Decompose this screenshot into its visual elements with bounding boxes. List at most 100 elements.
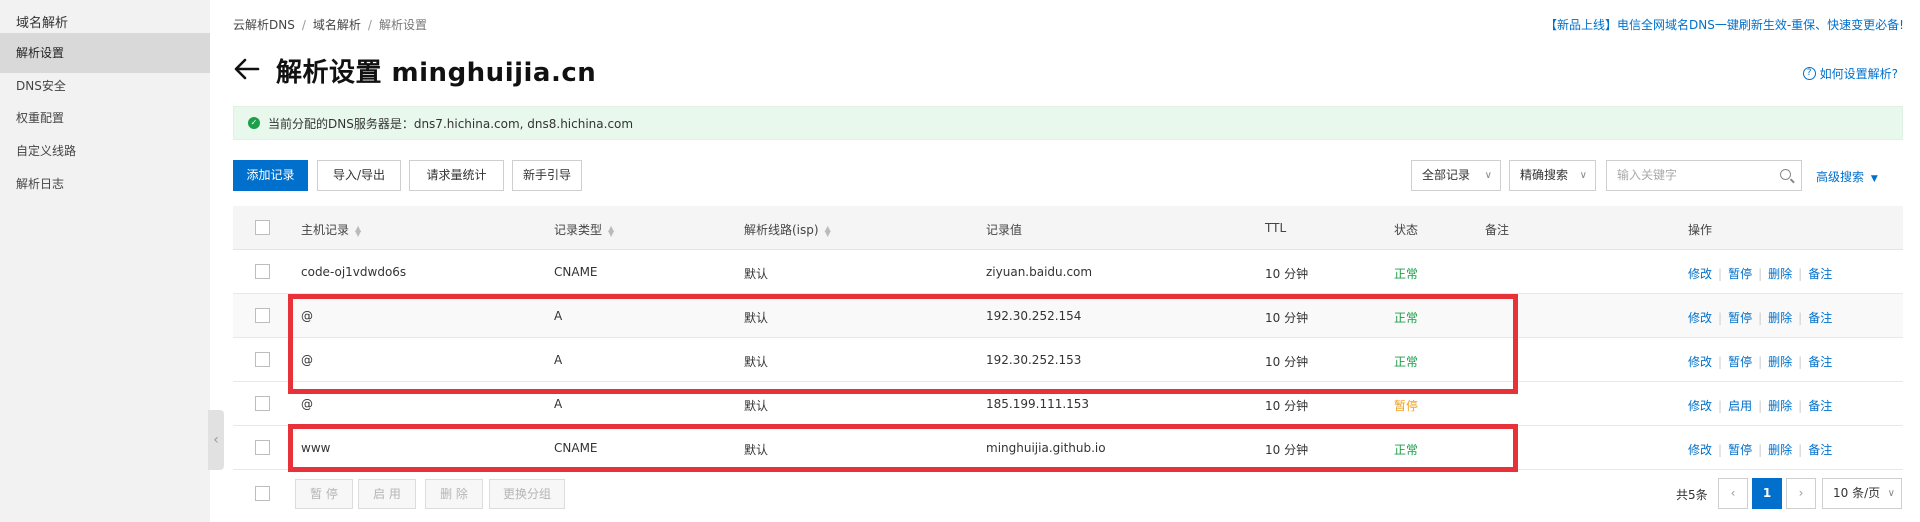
edit-link[interactable]: 修改 [1688,399,1712,413]
delete-link[interactable]: 删除 [1768,311,1792,325]
sidebar-title: 域名解析 [16,16,69,31]
bulk-pause-button[interactable]: 暂 停 [295,479,353,509]
total-count: 共5条 [1676,488,1708,502]
highlight-box-www-record [288,424,1518,472]
remark-link[interactable]: 备注 [1808,443,1832,457]
cell-ttl: 10 分钟 [1265,399,1309,413]
beginner-guide-button[interactable]: 新手引导 [512,160,582,191]
check-circle-icon: ✓ [248,117,260,129]
bulk-select-checkbox[interactable] [255,486,270,501]
column-header-value: 记录值 [986,223,1023,237]
bulk-delete-button[interactable]: 删 除 [425,479,483,509]
column-header-host[interactable]: 主机记录 ▲ ▼ [301,221,362,238]
cell-line: 默认 [744,399,769,413]
remark-link[interactable]: 备注 [1808,267,1832,281]
row-checkbox[interactable] [255,352,270,367]
request-stats-button[interactable]: 请求量统计 [409,160,504,191]
page-title: 解析设置 minghuijia.cn [276,58,597,88]
breadcrumb: 云解析DNS / 域名解析 / 解析设置 [233,16,427,33]
next-page-button[interactable]: › [1786,478,1816,509]
cell-value: 185.199.111.153 [986,397,1090,411]
search-mode-select[interactable]: 精确搜索 ∨ [1509,160,1596,191]
table-row: code-oj1vdwdo6s CNAME 默认 ziyuan.baidu.co… [233,250,1903,294]
keyword-search-input[interactable]: 输入关键字 [1606,160,1802,191]
question-icon: ? [1802,67,1816,80]
column-header-ttl: TTL [1265,221,1287,235]
cell-type: CNAME [554,265,598,279]
chevron-left-icon: ‹ [1730,486,1736,500]
row-checkbox[interactable] [255,440,270,455]
sidebar-item-dns-log[interactable]: 解析日志 [0,164,210,204]
pause-link[interactable]: 暂停 [1728,267,1752,281]
delete-link[interactable]: 删除 [1768,355,1792,369]
add-record-button[interactable]: 添加记录 [233,160,308,191]
record-filter-select[interactable]: 全部记录 ∨ [1411,160,1501,191]
advanced-search-label: 高级搜索 [1816,170,1865,184]
cell-type: A [554,397,563,411]
caret-down-icon: ▼ [1870,174,1878,184]
delete-link[interactable]: 删除 [1768,267,1792,281]
import-export-button[interactable]: 导入/导出 [317,160,401,191]
page-1-button[interactable]: 1 [1752,478,1782,509]
row-checkbox[interactable] [255,308,270,323]
breadcrumb-separator: / [367,18,372,32]
chevron-down-icon: ∨ [1484,170,1492,181]
column-header-status: 状态 [1394,223,1419,237]
column-header-line-label: 解析线路(isp) [744,223,819,237]
sidebar: 域名解析 解析设置 DNS安全 权重配置 自定义线路 解析日志 [0,0,210,522]
record-filter-value: 全部记录 [1422,168,1471,182]
help-link[interactable]: ? 如何设置解析? [1802,65,1898,82]
column-header-type[interactable]: 记录类型 ▲ ▼ [554,221,615,238]
promo-link[interactable]: 【新品上线】电信全网域名DNS一键刷新生效-重保、快速变更必备! [1545,16,1904,33]
sort-icon[interactable]: ▲ ▼ [355,224,362,237]
column-header-host-label: 主机记录 [301,223,350,237]
select-all-checkbox[interactable] [255,220,270,235]
remark-link[interactable]: 备注 [1808,399,1832,413]
edit-link[interactable]: 修改 [1688,355,1712,369]
pause-link[interactable]: 暂停 [1728,311,1752,325]
change-group-button[interactable]: 更换分组 [489,479,565,509]
pause-link[interactable]: 暂停 [1728,443,1752,457]
column-header-line[interactable]: 解析线路(isp) ▲ ▼ [744,221,832,238]
chevron-left-icon: ‹ [213,432,219,448]
bulk-enable-button[interactable]: 启 用 [358,479,416,509]
remark-link[interactable]: 备注 [1808,355,1832,369]
sort-icon[interactable]: ▲ ▼ [608,224,615,237]
table-header: 主机记录 ▲ ▼ 记录类型 ▲ ▼ 解析线路(isp) ▲ ▼ 记录值 TTL 状态 备注 … [233,206,1903,250]
breadcrumb-item-domain-dns[interactable]: 域名解析 [313,18,361,32]
chevron-right-icon: › [1798,486,1804,500]
cell-host: code-oj1vdwdo6s [301,265,407,279]
prev-page-button[interactable]: ‹ [1718,478,1748,509]
row-checkbox[interactable] [255,396,270,411]
dns-server-notice: ✓ 当前分配的DNS服务器是：dns7.hichina.com, dns8.hi… [233,106,1903,140]
pause-link[interactable]: 暂停 [1728,355,1752,369]
page-size-value: 10 条/页 [1833,486,1881,500]
chevron-down-icon: ∨ [1887,488,1895,499]
delete-link[interactable]: 删除 [1768,399,1792,413]
page-size-select[interactable]: 10 条/页 ∨ [1822,478,1902,509]
edit-link[interactable]: 修改 [1688,267,1712,281]
row-actions: 修改 | 启用 | 删除 | 备注 [1688,399,1833,413]
column-header-remark: 备注 [1485,223,1510,237]
remark-link[interactable]: 备注 [1808,311,1832,325]
sort-icon[interactable]: ▲ ▼ [825,224,832,237]
help-link-label: 如何设置解析? [1819,67,1898,81]
back-arrow-icon[interactable] [234,56,260,82]
keyword-search-placeholder: 输入关键字 [1617,168,1678,182]
edit-link[interactable]: 修改 [1688,311,1712,325]
row-checkbox[interactable] [255,264,270,279]
search-icon[interactable] [1780,169,1791,180]
cell-ttl: 10 分钟 [1265,267,1309,281]
breadcrumb-item-current: 解析设置 [378,18,427,32]
row-actions: 修改 | 暂停 | 删除 | 备注 [1688,267,1833,281]
enable-link[interactable]: 启用 [1728,399,1752,413]
row-actions: 修改 | 暂停 | 删除 | 备注 [1688,311,1833,325]
edit-link[interactable]: 修改 [1688,443,1712,457]
delete-link[interactable]: 删除 [1768,443,1792,457]
highlight-box-a-records [288,294,1518,394]
dns-server-notice-text: 当前分配的DNS服务器是：dns7.hichina.com, dns8.hich… [268,116,634,131]
advanced-search-link[interactable]: 高级搜索 ▼ [1816,168,1878,185]
cell-value: ziyuan.baidu.com [986,265,1093,279]
sidebar-collapse-handle[interactable]: ‹ [208,410,224,470]
breadcrumb-item-cloud-dns[interactable]: 云解析DNS [233,18,295,32]
